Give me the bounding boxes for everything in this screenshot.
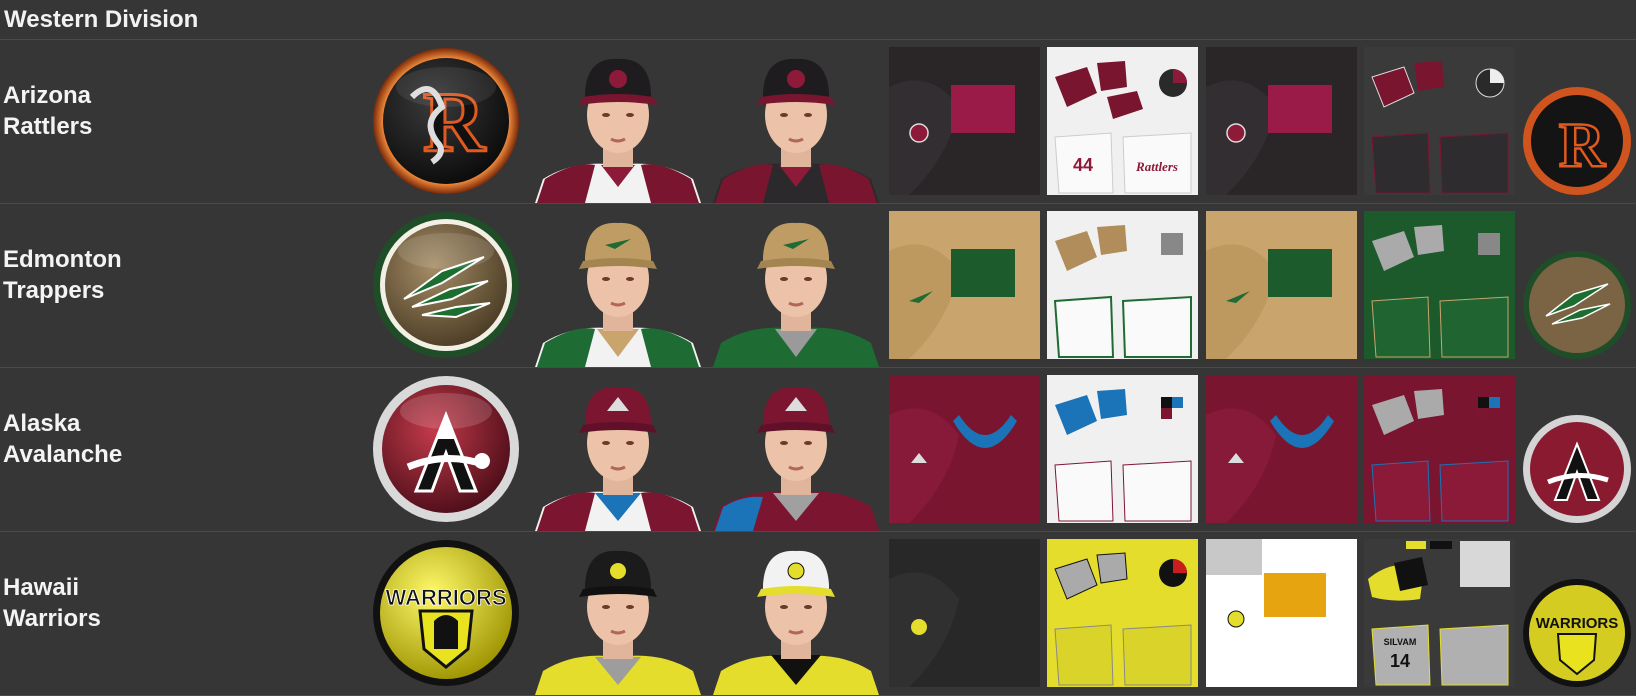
jersey-texture-away[interactable]: [1364, 211, 1515, 359]
team-logo-small[interactable]: WARRIORS: [1522, 578, 1632, 688]
team-logo-large[interactable]: WARRIORS: [372, 539, 520, 687]
cap-texture-away[interactable]: [1206, 375, 1357, 523]
cap-texture-away[interactable]: [1206, 211, 1357, 359]
team-nickname: Rattlers: [3, 113, 93, 140]
player-portrait-away[interactable]: [713, 47, 879, 203]
team-logo-large[interactable]: [372, 375, 520, 523]
cap-texture-away[interactable]: [1206, 47, 1357, 195]
team-row-hawaii-warriors[interactable]: Hawaii Warriors WARRIORS SILVAM 14 WARRI…: [0, 532, 1636, 696]
cap-texture-home[interactable]: [889, 47, 1040, 195]
team-city: Hawaii: [3, 574, 80, 601]
jersey-texture-away[interactable]: [1364, 375, 1515, 523]
player-portrait-home[interactable]: [535, 539, 701, 695]
team-logo-large[interactable]: R: [372, 47, 520, 195]
jersey-texture-home[interactable]: [1047, 539, 1198, 687]
cap-texture-home[interactable]: [889, 539, 1040, 687]
cap-texture-home[interactable]: [889, 211, 1040, 359]
jersey-texture-home[interactable]: 44 Rattlers: [1047, 47, 1198, 195]
player-portrait-home[interactable]: [535, 375, 701, 531]
svg-text:WARRIORS: WARRIORS: [1536, 615, 1619, 632]
player-portrait-away[interactable]: [713, 539, 879, 695]
team-name: Hawaii Warriors: [3, 572, 333, 634]
team-row-arizona-rattlers[interactable]: Arizona Rattlers R 44 Rattlers R: [0, 40, 1636, 204]
team-city: Edmonton: [3, 246, 122, 273]
team-row-edmonton-trappers[interactable]: Edmonton Trappers: [0, 204, 1636, 368]
jersey-number: 44: [1073, 155, 1093, 175]
division-title: Western Division: [4, 6, 199, 33]
jersey-texture-home[interactable]: [1047, 211, 1198, 359]
jersey-number: 14: [1390, 651, 1410, 671]
team-city: Alaska: [3, 410, 81, 437]
team-logo-small[interactable]: R: [1522, 86, 1632, 196]
player-portrait-home[interactable]: [535, 47, 701, 203]
team-name: Edmonton Trappers: [3, 244, 333, 306]
cap-texture-home[interactable]: [889, 375, 1040, 523]
logo-letter: WARRIORS: [386, 585, 507, 610]
player-portrait-away[interactable]: [713, 375, 879, 531]
team-logo-large[interactable]: [372, 211, 520, 359]
team-name: Alaska Avalanche: [3, 408, 333, 470]
team-nickname: Avalanche: [3, 441, 123, 468]
team-logo-small[interactable]: [1522, 414, 1632, 524]
team-logo-small[interactable]: [1522, 250, 1632, 360]
division-header: Western Division: [0, 0, 1636, 40]
player-portrait-away[interactable]: [713, 211, 879, 367]
team-city: Arizona: [3, 82, 92, 109]
jersey-script: SILVAM: [1384, 637, 1417, 647]
player-portrait-home[interactable]: [535, 211, 701, 367]
svg-text:R: R: [1559, 109, 1606, 180]
jersey-texture-away[interactable]: SILVAM 14: [1364, 539, 1515, 687]
team-nickname: Warriors: [3, 605, 101, 632]
team-name: Arizona Rattlers: [3, 80, 333, 142]
team-nickname: Trappers: [3, 277, 105, 304]
jersey-texture-home[interactable]: [1047, 375, 1198, 523]
cap-texture-away[interactable]: [1206, 539, 1357, 687]
jersey-texture-away[interactable]: [1364, 47, 1515, 195]
jersey-script: Rattlers: [1135, 159, 1178, 174]
team-row-alaska-avalanche[interactable]: Alaska Avalanche: [0, 368, 1636, 532]
